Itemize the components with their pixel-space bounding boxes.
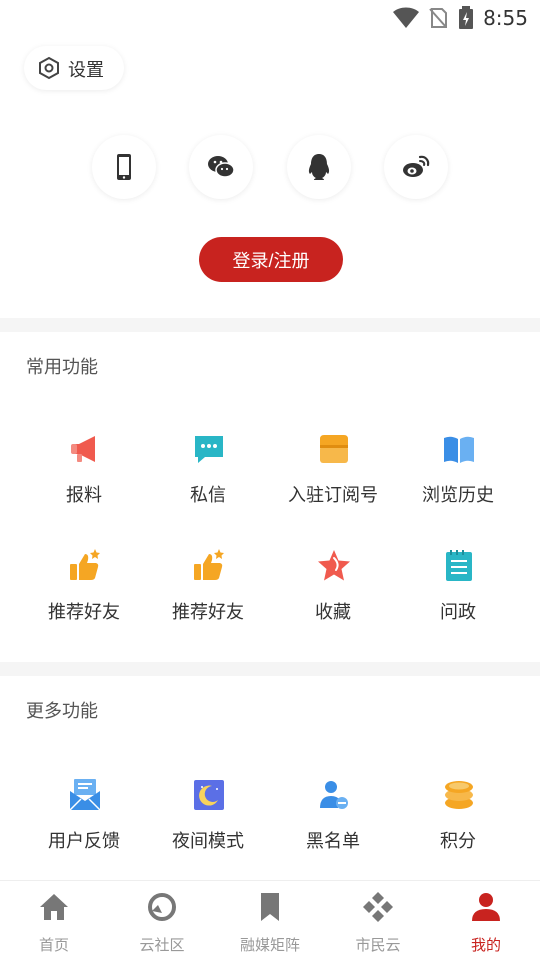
grid-item-blacklist[interactable]: 黑名单 bbox=[273, 777, 393, 877]
grid-item-history[interactable]: 浏览历史 bbox=[398, 431, 518, 531]
user-icon bbox=[472, 893, 500, 921]
weibo-login-button[interactable] bbox=[384, 135, 448, 199]
message-icon bbox=[195, 436, 223, 463]
home-icon bbox=[40, 894, 68, 920]
grid-item-recommend-friend[interactable]: 推荐好友 bbox=[24, 548, 144, 648]
book-icon bbox=[444, 436, 474, 463]
grid-item-label: 问政 bbox=[440, 602, 476, 623]
wifi-icon bbox=[393, 7, 419, 28]
nav-item-community[interactable]: 云社区 bbox=[108, 881, 216, 961]
qq-login-button[interactable] bbox=[287, 135, 351, 199]
nav-label: 云社区 bbox=[139, 936, 185, 954]
grid-item-points[interactable]: 积分 bbox=[398, 777, 518, 877]
nav-item-mine[interactable]: 我的 bbox=[432, 881, 540, 961]
grid-item-night-mode[interactable]: 夜间模式 bbox=[148, 777, 268, 877]
settings-hex-icon bbox=[39, 56, 59, 80]
qq-icon bbox=[308, 154, 330, 180]
wechat-icon bbox=[208, 156, 235, 178]
nav-label: 首页 bbox=[38, 936, 69, 954]
no-sim-icon bbox=[429, 8, 447, 28]
grid-item-label: 浏览历史 bbox=[422, 485, 494, 506]
grid-item-report[interactable]: 报料 bbox=[24, 431, 144, 531]
bookmark-icon bbox=[261, 893, 279, 921]
section-divider bbox=[0, 662, 540, 676]
grid-item-label: 入驻订阅号 bbox=[288, 485, 378, 506]
grid-item-recommend-friend-2[interactable]: 推荐好友 bbox=[148, 548, 268, 648]
moon-icon bbox=[194, 780, 224, 810]
phone-icon bbox=[117, 154, 131, 180]
wechat-login-button[interactable] bbox=[189, 135, 253, 199]
notepad-icon bbox=[446, 550, 472, 581]
grid-item-label: 黑名单 bbox=[306, 831, 360, 852]
weibo-icon bbox=[403, 155, 430, 177]
grid-item-label: 积分 bbox=[440, 831, 476, 852]
grid-item-subscribe[interactable]: 入驻订阅号 bbox=[273, 431, 393, 531]
coins-icon bbox=[445, 781, 473, 809]
grid-item-inquiry[interactable]: 问政 bbox=[398, 548, 518, 648]
mail-icon bbox=[69, 779, 101, 811]
diamond-grid-icon bbox=[363, 892, 393, 922]
thumbs-up-icon bbox=[70, 549, 100, 580]
grid-item-label: 推荐好友 bbox=[172, 602, 244, 623]
grid-item-label: 私信 bbox=[190, 485, 226, 506]
star-icon bbox=[318, 550, 350, 581]
grid-item-label: 报料 bbox=[66, 485, 102, 506]
settings-label: 设置 bbox=[68, 60, 104, 81]
thumbs-up-icon bbox=[194, 549, 224, 580]
settings-button[interactable]: 设置 bbox=[24, 46, 124, 90]
community-icon bbox=[148, 893, 176, 921]
megaphone-icon bbox=[71, 436, 95, 462]
login-register-button[interactable]: 登录/注册 bbox=[199, 237, 343, 282]
grid-item-favorites[interactable]: 收藏 bbox=[273, 548, 393, 648]
phone-login-button[interactable] bbox=[92, 135, 156, 199]
nav-label: 融媒矩阵 bbox=[239, 936, 300, 954]
common-functions-title: 常用功能 bbox=[26, 357, 98, 378]
grid-item-label: 用户反馈 bbox=[48, 831, 120, 852]
grid-item-label: 推荐好友 bbox=[48, 602, 120, 623]
nav-label: 我的 bbox=[470, 936, 501, 954]
more-functions-title: 更多功能 bbox=[26, 701, 98, 722]
nav-item-home[interactable]: 首页 bbox=[0, 881, 108, 961]
battery-icon bbox=[459, 6, 473, 29]
grid-item-label: 夜间模式 bbox=[172, 831, 244, 852]
bottom-nav: 首页 云社区 融媒矩阵 市民云 我的 bbox=[0, 880, 540, 961]
clock: 8:55 bbox=[483, 6, 528, 30]
user-block-icon bbox=[320, 781, 348, 809]
grid-item-feedback[interactable]: 用户反馈 bbox=[24, 777, 144, 877]
nav-item-media-matrix[interactable]: 融媒矩阵 bbox=[216, 881, 324, 961]
store-icon bbox=[320, 435, 348, 463]
section-divider bbox=[0, 318, 540, 332]
grid-item-label: 收藏 bbox=[315, 602, 351, 623]
grid-item-message[interactable]: 私信 bbox=[148, 431, 268, 531]
status-bar: 8:55 bbox=[0, 0, 540, 36]
nav-item-citizen-cloud[interactable]: 市民云 bbox=[324, 881, 432, 961]
nav-label: 市民云 bbox=[355, 936, 401, 954]
